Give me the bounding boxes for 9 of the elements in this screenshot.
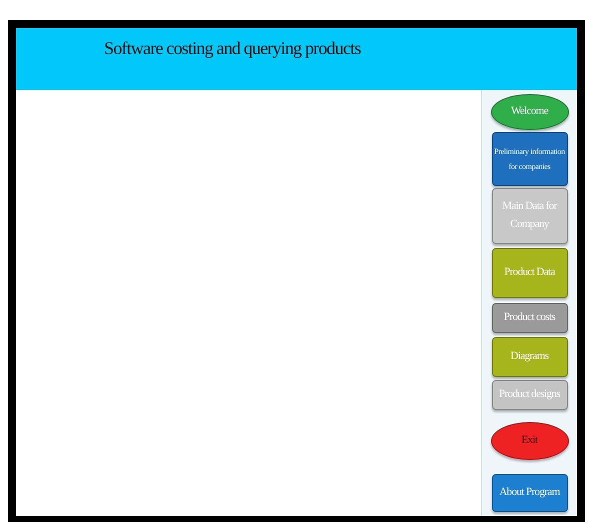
app-title: Software costing and querying products [104,38,361,59]
nav-button[interactable]: Product costs [492,303,568,333]
nav-button[interactable]: Product Data [492,248,568,298]
nav-button[interactable]: About Program [492,474,568,512]
nav-button[interactable]: Product designs [492,380,568,410]
nav-button[interactable]: Diagrams [492,337,568,377]
nav-button[interactable]: Preliminary information for companies [492,132,568,186]
oval-button[interactable]: Welcome [490,94,568,130]
oval-button[interactable]: Exit [490,422,568,460]
